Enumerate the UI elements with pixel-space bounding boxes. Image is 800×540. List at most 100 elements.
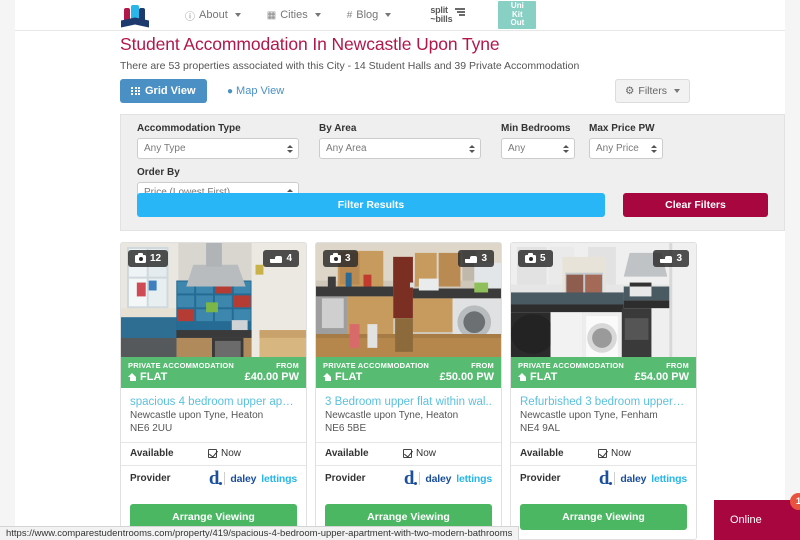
photo-count-badge: 12 bbox=[128, 250, 169, 267]
filter-results-button[interactable]: Filter Results bbox=[137, 193, 605, 217]
home-icon bbox=[323, 372, 332, 381]
property-address-line1: Newcastle upon Tyne, Fenham bbox=[520, 409, 658, 421]
property-address-line1: Newcastle upon Tyne, Heaton bbox=[130, 409, 264, 421]
accommodation-type-label: Accommodation Type bbox=[137, 123, 241, 134]
live-chat-widget[interactable]: Online 1 bbox=[714, 493, 800, 540]
available-label: Available bbox=[325, 448, 369, 460]
spinner-icon bbox=[651, 144, 657, 153]
bedroom-count-badge: 4 bbox=[263, 250, 299, 267]
chat-status-label: Online bbox=[730, 514, 762, 526]
map-view-button[interactable]: ● Map View bbox=[225, 79, 286, 103]
grid-view-button[interactable]: Grid View bbox=[120, 79, 207, 103]
chevron-down-icon bbox=[234, 13, 241, 17]
min-bedrooms-select[interactable]: Any bbox=[501, 138, 575, 159]
max-price-pw-value: Any Price bbox=[596, 143, 639, 154]
daley-lettings-logo[interactable]: d daley lettings bbox=[404, 469, 492, 488]
provider-label: Provider bbox=[325, 473, 366, 485]
photo-count-value: 3 bbox=[345, 253, 351, 264]
property-photo[interactable]: 12 4 bbox=[121, 243, 306, 357]
provider-row: Provider d daley lettings bbox=[121, 465, 306, 491]
nav-item-cities-label: Cities bbox=[280, 9, 308, 21]
property-title-link[interactable]: Refurbished 3 bedroom upper fl.. bbox=[520, 396, 687, 409]
property-price: £40.00 PW bbox=[244, 370, 299, 383]
availability-row: Available Now bbox=[121, 441, 306, 465]
provider-name-primary: daley bbox=[425, 472, 452, 485]
unikitout-logo[interactable]: Uni Kit Out bbox=[498, 1, 537, 29]
property-title-link[interactable]: spacious 4 bedroom upper apar.. bbox=[130, 396, 297, 409]
property-address-line2: NE4 9AL bbox=[520, 422, 561, 434]
page-root: ⓘ About ▦ Cities # Blog split ~bills Uni bbox=[0, 0, 800, 540]
right-gutter bbox=[785, 0, 800, 540]
property-card-grid: 12 4 PRIVATE ACCOMMODATION FROM FLAT £40… bbox=[120, 242, 785, 540]
property-address-line2: NE6 5BE bbox=[325, 422, 367, 434]
max-price-pw-label: Max Price PW bbox=[589, 123, 655, 134]
daley-lettings-logo[interactable]: d daley lettings bbox=[598, 467, 687, 489]
bed-icon bbox=[660, 255, 673, 263]
home-icon bbox=[518, 372, 527, 381]
provider-name-secondary: lettings bbox=[456, 472, 492, 485]
main-content: Student Accommodation In Newcastle Upon … bbox=[15, 31, 785, 540]
accommodation-type-value: Any Type bbox=[144, 143, 186, 154]
home-icon bbox=[128, 372, 137, 381]
field-by-area: By Area Any Area bbox=[319, 123, 481, 159]
page-title: Student Accommodation In Newcastle Upon … bbox=[120, 34, 500, 54]
from-label: FROM bbox=[666, 360, 689, 370]
books-logo-icon[interactable] bbox=[120, 2, 150, 28]
camera-icon bbox=[330, 252, 341, 263]
filters-button[interactable]: ⚙ Filters bbox=[614, 79, 690, 103]
filter-panel: Accommodation Type Any Type By Area Any … bbox=[120, 114, 785, 231]
order-by-label: Order By bbox=[137, 167, 180, 178]
arrange-viewing-button[interactable]: Arrange Viewing bbox=[520, 504, 687, 530]
map-view-label: Map View bbox=[236, 85, 285, 97]
provider-row: Provider d daley lettings bbox=[316, 465, 501, 491]
provider-name-primary: daley bbox=[230, 472, 257, 485]
check-icon bbox=[208, 449, 217, 459]
daley-lettings-logo[interactable]: d daley lettings bbox=[209, 469, 297, 488]
nav-item-about[interactable]: ⓘ About bbox=[172, 8, 254, 23]
clear-filters-button[interactable]: Clear Filters bbox=[623, 193, 768, 217]
availability-row: Available Now bbox=[316, 441, 501, 465]
min-bedrooms-value: Any bbox=[508, 143, 526, 154]
photo-count-value: 5 bbox=[540, 253, 546, 264]
grid-icon bbox=[131, 87, 140, 95]
category-label: PRIVATE ACCOMMODATION bbox=[323, 360, 429, 370]
camera-icon bbox=[525, 252, 536, 263]
property-title-link[interactable]: 3 Bedroom upper flat within wal.. bbox=[325, 396, 492, 409]
property-type-band: PRIVATE ACCOMMODATION FROM FLAT £50.00 P… bbox=[316, 356, 501, 388]
bedroom-count-badge: 3 bbox=[458, 250, 494, 267]
unikitout-line3: Out bbox=[510, 18, 525, 28]
bedroom-count-value: 4 bbox=[286, 253, 292, 264]
top-navbar: ⓘ About ▦ Cities # Blog split ~bills Uni bbox=[15, 0, 785, 31]
available-value: Now bbox=[598, 448, 631, 459]
property-card[interactable]: 3 3 PRIVATE ACCOMMODATION FROM FLAT £50.… bbox=[315, 242, 502, 540]
status-bar-url: https://www.comparestudentrooms.com/prop… bbox=[0, 526, 520, 540]
property-card[interactable]: 12 4 PRIVATE ACCOMMODATION FROM FLAT £40… bbox=[120, 242, 307, 540]
accommodation-type-select[interactable]: Any Type bbox=[137, 138, 299, 159]
check-icon bbox=[403, 449, 412, 459]
left-gutter bbox=[0, 0, 15, 540]
field-accommodation-type: Accommodation Type Any Type bbox=[137, 123, 299, 159]
property-type: FLAT bbox=[518, 371, 557, 383]
provider-name-secondary: lettings bbox=[261, 472, 297, 485]
bedroom-count-badge: 3 bbox=[653, 250, 689, 267]
nav-item-cities[interactable]: ▦ Cities bbox=[254, 9, 334, 21]
property-type-band: PRIVATE ACCOMMODATION FROM FLAT £40.00 P… bbox=[121, 356, 306, 388]
property-card[interactable]: 5 3 PRIVATE ACCOMMODATION FROM FLAT £54.… bbox=[510, 242, 697, 540]
split-bills-logo[interactable]: split ~bills bbox=[430, 6, 466, 24]
property-photo[interactable]: 3 3 bbox=[316, 243, 501, 357]
bedroom-count-value: 3 bbox=[481, 253, 487, 264]
card-footer: Arrange Viewing bbox=[511, 491, 696, 539]
from-label: FROM bbox=[276, 360, 299, 370]
available-label: Available bbox=[130, 448, 174, 460]
daley-mark-icon: d bbox=[598, 467, 612, 489]
property-photo[interactable]: 5 3 bbox=[511, 243, 696, 357]
building-icon: ▦ bbox=[266, 9, 277, 21]
nav-item-blog-label: Blog bbox=[356, 9, 379, 21]
min-bedrooms-label: Min Bedrooms bbox=[501, 123, 571, 134]
max-price-pw-select[interactable]: Any Price bbox=[589, 138, 663, 159]
bed-icon bbox=[270, 255, 283, 263]
filter-actions: Filter Results Clear Filters bbox=[137, 193, 768, 217]
provider-row: Provider d daley lettings bbox=[511, 465, 696, 491]
by-area-select[interactable]: Any Area bbox=[319, 138, 481, 159]
nav-item-blog[interactable]: # Blog bbox=[334, 9, 405, 21]
